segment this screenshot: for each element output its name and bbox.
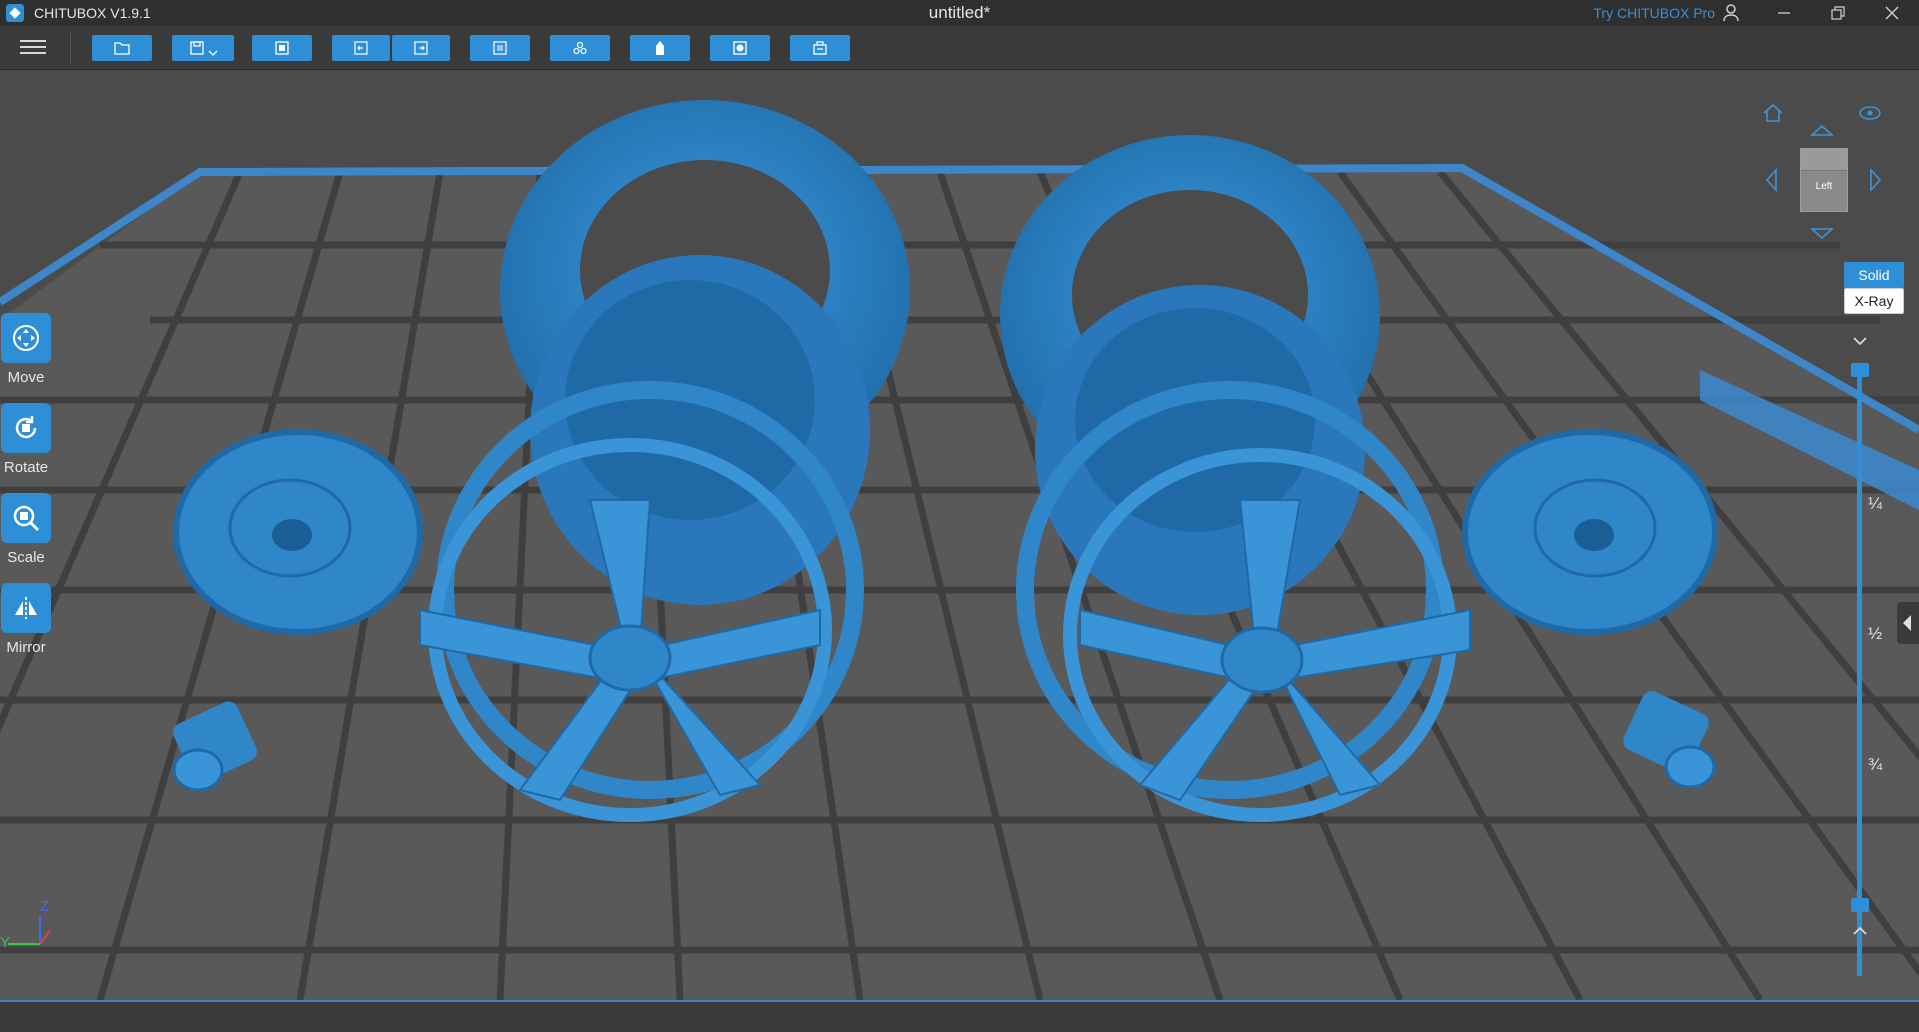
slider-tick-three-quarters: ¾: [1868, 755, 1883, 774]
visibility-eye-icon[interactable]: [1857, 100, 1883, 126]
close-icon: [1885, 6, 1899, 20]
scale-tool[interactable]: Scale: [0, 493, 52, 566]
axis-y-label: Y: [0, 934, 11, 951]
slider-tick-quarter: ¼: [1868, 494, 1883, 513]
arrange-icon: [573, 41, 587, 55]
layer-slider-track[interactable]: [1857, 370, 1862, 976]
rotate-icon: [15, 416, 37, 439]
home-view-icon[interactable]: [1760, 100, 1786, 126]
restore-icon: [1831, 6, 1845, 20]
status-bar: [0, 1000, 1919, 1032]
slice-settings-button[interactable]: [470, 35, 530, 61]
save-button[interactable]: [172, 35, 234, 61]
slider-tick-half: ½: [1868, 624, 1883, 643]
brake-disc-left: [173, 429, 423, 635]
move-icon: [13, 325, 39, 351]
view-cube-face-label: Left: [1815, 181, 1833, 192]
toolbar-divider: [70, 32, 71, 64]
3d-viewport[interactable]: Z Y Move Rotate Scale Mirror Left Solid …: [0, 70, 1919, 1000]
layer-slider-bottom-handle[interactable]: [1851, 898, 1869, 912]
layer-slider-top-handle[interactable]: [1851, 363, 1869, 377]
hollow-button[interactable]: [710, 35, 770, 61]
minimize-icon: [1778, 12, 1790, 14]
mirror-tool[interactable]: Mirror: [0, 583, 52, 656]
fit-view-button[interactable]: [252, 35, 312, 61]
chitubox-logo-icon: [6, 4, 24, 22]
user-account-icon[interactable]: [1723, 4, 1739, 22]
view-left-arrow-icon[interactable]: [1759, 167, 1785, 193]
minimize-button[interactable]: [1757, 0, 1811, 26]
restore-button[interactable]: [1811, 0, 1865, 26]
view-bottom-arrow-icon[interactable]: [1809, 220, 1835, 246]
build-scene: [0, 100, 1919, 1000]
chevron-down-icon[interactable]: [1847, 328, 1873, 354]
view-cube[interactable]: Left: [1800, 148, 1848, 212]
supports-button[interactable]: [630, 35, 690, 61]
rotate-tool[interactable]: Rotate: [0, 403, 52, 476]
arrange-button[interactable]: [550, 35, 610, 61]
undo-button[interactable]: [332, 35, 390, 61]
chevron-down-icon[interactable]: [208, 48, 218, 58]
chevron-left-icon: [1903, 615, 1911, 631]
move-tool[interactable]: Move: [0, 313, 52, 386]
rotate-tool-label: Rotate: [3, 459, 49, 476]
move-tool-label: Move: [7, 369, 45, 386]
xray-mode-button[interactable]: X-Ray: [1844, 288, 1904, 314]
slice-settings-icon: [493, 41, 507, 55]
open-file-icon: [114, 42, 130, 55]
main-toolbar: [0, 26, 1919, 70]
slice-export-button[interactable]: [790, 35, 850, 61]
undo-icon: [354, 41, 368, 55]
app-name: CHITUBOX V1.9.1: [34, 5, 151, 21]
slice-export-icon: [813, 41, 827, 55]
scale-tool-label: Scale: [7, 549, 45, 566]
scale-icon: [13, 505, 40, 532]
axis-z-label: Z: [40, 898, 50, 915]
hamburger-menu-icon[interactable]: [20, 36, 46, 58]
mirror-icon: [15, 597, 37, 619]
hollow-icon: [733, 41, 747, 55]
save-icon: [190, 41, 204, 55]
mirror-tool-label: Mirror: [6, 639, 46, 656]
close-button[interactable]: [1865, 0, 1919, 26]
redo-button[interactable]: [392, 35, 450, 61]
supports-icon: [656, 41, 664, 55]
view-right-arrow-icon[interactable]: [1862, 167, 1888, 193]
title-bar: CHITUBOX V1.9.1 untitled* Try CHITUBOX P…: [0, 0, 1919, 26]
chevron-up-icon[interactable]: [1847, 918, 1873, 944]
solid-mode-button[interactable]: Solid: [1844, 262, 1904, 288]
view-top-arrow-icon[interactable]: [1809, 118, 1835, 144]
open-file-button[interactable]: [92, 35, 152, 61]
redo-icon: [414, 41, 428, 55]
right-panel-toggle[interactable]: [1897, 602, 1919, 644]
try-pro-link[interactable]: Try CHITUBOX Pro: [1593, 5, 1715, 21]
fit-view-icon: [275, 41, 289, 55]
brake-disc-right: [1462, 429, 1718, 635]
